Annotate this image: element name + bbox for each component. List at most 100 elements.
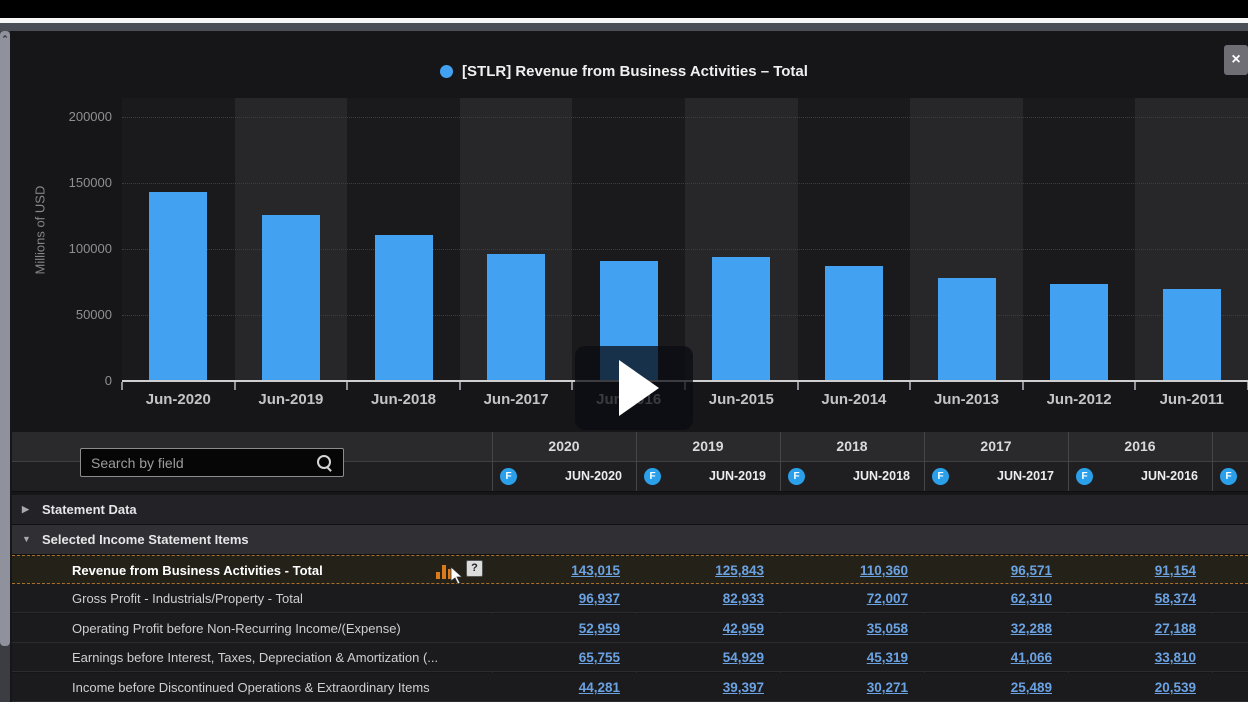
value-link[interactable]: 32,288 — [924, 614, 1068, 643]
selected-row-icons: ? — [436, 559, 498, 585]
search-icon[interactable] — [317, 455, 331, 469]
value-link[interactable]: 82,933 — [636, 584, 780, 613]
x-tick-label: Jun-2017 — [460, 391, 572, 408]
gridline — [122, 183, 1248, 184]
year-header-2020: 2020 — [492, 432, 636, 461]
value-link[interactable]: 72,007 — [780, 584, 924, 613]
value-link[interactable]: 54,929 — [636, 643, 780, 672]
value-link[interactable]: 65,755 — [492, 643, 636, 672]
value-link[interactable]: 91,154 — [1068, 556, 1212, 585]
row-label[interactable]: Operating Profit before Non-Recurring In… — [72, 614, 401, 643]
value-link[interactable]: 110,360 — [780, 556, 924, 585]
year-header-2017: 2017 — [924, 432, 1068, 461]
x-tick-label: Jun-2013 — [911, 391, 1023, 408]
help-icon[interactable]: ? — [466, 560, 483, 577]
x-tick-label: Jun-2011 — [1136, 391, 1248, 408]
x-tick-mark — [346, 382, 348, 390]
gridline — [122, 117, 1248, 118]
section-selected-income-statement-items[interactable]: ▼ Selected Income Statement Items — [12, 525, 1248, 555]
cursor-pointer-icon — [450, 567, 466, 585]
play-button[interactable] — [575, 346, 693, 430]
table-row[interactable]: Revenue from Business Activities - Total… — [12, 555, 1248, 584]
year-header-2018: 2018 — [780, 432, 924, 461]
header-column-divider — [924, 432, 925, 491]
header-column-divider — [636, 432, 637, 491]
bar-Jun-2015[interactable] — [712, 257, 770, 381]
x-tick-label: Jun-2015 — [685, 391, 797, 408]
table-row[interactable]: Earnings before Interest, Taxes, Depreci… — [12, 643, 1248, 672]
value-link[interactable]: 44,281 — [492, 673, 636, 702]
header-column-divider — [780, 432, 781, 491]
value-link[interactable]: 52,959 — [492, 614, 636, 643]
value-link[interactable]: 30,271 — [780, 673, 924, 702]
chart-icon-bar — [436, 572, 440, 579]
table-row[interactable]: Gross Profit - Industrials/Property - To… — [12, 584, 1248, 613]
legend-dot-icon — [440, 65, 453, 78]
value-link[interactable]: 45,319 — [780, 643, 924, 672]
bar-Jun-2017[interactable] — [487, 254, 545, 381]
value-link[interactable]: 96,571 — [924, 556, 1068, 585]
value-link[interactable]: 62,310 — [924, 584, 1068, 613]
value-link[interactable]: 39,397 — [636, 673, 780, 702]
bar-Jun-2011[interactable] — [1163, 289, 1221, 381]
table-row[interactable]: Income before Discontinued Operations & … — [12, 673, 1248, 702]
value-link[interactable]: 20,539 — [1068, 673, 1212, 702]
chevron-up-icon[interactable]: ⌃ — [0, 33, 10, 45]
bar-Jun-2014[interactable] — [825, 266, 883, 381]
chart-title-text: [STLR] Revenue from Business Activities … — [462, 63, 808, 80]
search-input[interactable] — [89, 451, 308, 475]
vertical-scrollbar[interactable]: ⌃ — [0, 31, 10, 702]
x-tick-mark — [797, 382, 799, 390]
close-button[interactable]: × — [1224, 45, 1248, 75]
value-link[interactable]: 33,810 — [1068, 643, 1212, 672]
scrollbar-thumb[interactable] — [0, 31, 10, 646]
header-column-divider — [1212, 432, 1213, 491]
row-label[interactable]: Earnings before Interest, Taxes, Depreci… — [72, 643, 438, 672]
section-statement-data[interactable]: ▶ Statement Data — [12, 495, 1248, 525]
value-link[interactable]: 41,066 — [924, 643, 1068, 672]
bar-Jun-2013[interactable] — [938, 278, 996, 381]
x-tick-mark — [459, 382, 461, 390]
y-tick-label: 0 — [38, 373, 112, 389]
bar-Jun-2020[interactable] — [149, 192, 207, 381]
row-label[interactable]: Revenue from Business Activities - Total — [72, 556, 323, 585]
header-column-divider — [1068, 432, 1069, 491]
value-link[interactable]: 96,937 — [492, 584, 636, 613]
value-link[interactable]: 42,959 — [636, 614, 780, 643]
search-box — [80, 448, 344, 477]
year-header-2016: 2016 — [1068, 432, 1212, 461]
value-link[interactable]: 58,374 — [1068, 584, 1212, 613]
x-tick-label: Jun-2020 — [122, 391, 234, 408]
bar-Jun-2012[interactable] — [1050, 284, 1108, 381]
value-link[interactable]: 125,843 — [636, 556, 780, 585]
x-tick-mark — [571, 382, 573, 390]
section-label: Selected Income Statement Items — [42, 525, 249, 554]
value-link[interactable]: 143,015 — [492, 556, 636, 585]
x-tick-mark — [234, 382, 236, 390]
section-label: Statement Data — [42, 495, 137, 524]
bar-Jun-2019[interactable] — [262, 215, 320, 381]
period-header-JUN-2017: JUN-2017 — [924, 462, 1068, 491]
period-header-JUN-2019: JUN-2019 — [636, 462, 780, 491]
x-tick-mark — [1134, 382, 1136, 390]
value-link[interactable]: 35,058 — [780, 614, 924, 643]
x-tick-label: Jun-2014 — [798, 391, 910, 408]
top-gray-bar — [0, 23, 1248, 31]
value-link[interactable]: 25,489 — [924, 673, 1068, 702]
x-tick-label: Jun-2012 — [1023, 391, 1135, 408]
collapsed-arrow-icon: ▶ — [22, 495, 36, 524]
chart-icon-bar — [442, 565, 446, 579]
period-header-JUN-2018: JUN-2018 — [780, 462, 924, 491]
flag-button[interactable]: F — [1220, 468, 1237, 485]
y-tick-label: 100000 — [38, 241, 112, 257]
value-link[interactable]: 27,188 — [1068, 614, 1212, 643]
bar-Jun-2018[interactable] — [375, 235, 433, 381]
table-row[interactable]: Operating Profit before Non-Recurring In… — [12, 614, 1248, 643]
row-label[interactable]: Income before Discontinued Operations & … — [72, 673, 430, 702]
row-label[interactable]: Gross Profit - Industrials/Property - To… — [72, 584, 303, 613]
year-header-2019: 2019 — [636, 432, 780, 461]
y-tick-label: 150000 — [38, 175, 112, 191]
y-tick-label: 200000 — [38, 109, 112, 125]
x-tick-mark — [909, 382, 911, 390]
header-column-divider — [492, 432, 493, 491]
